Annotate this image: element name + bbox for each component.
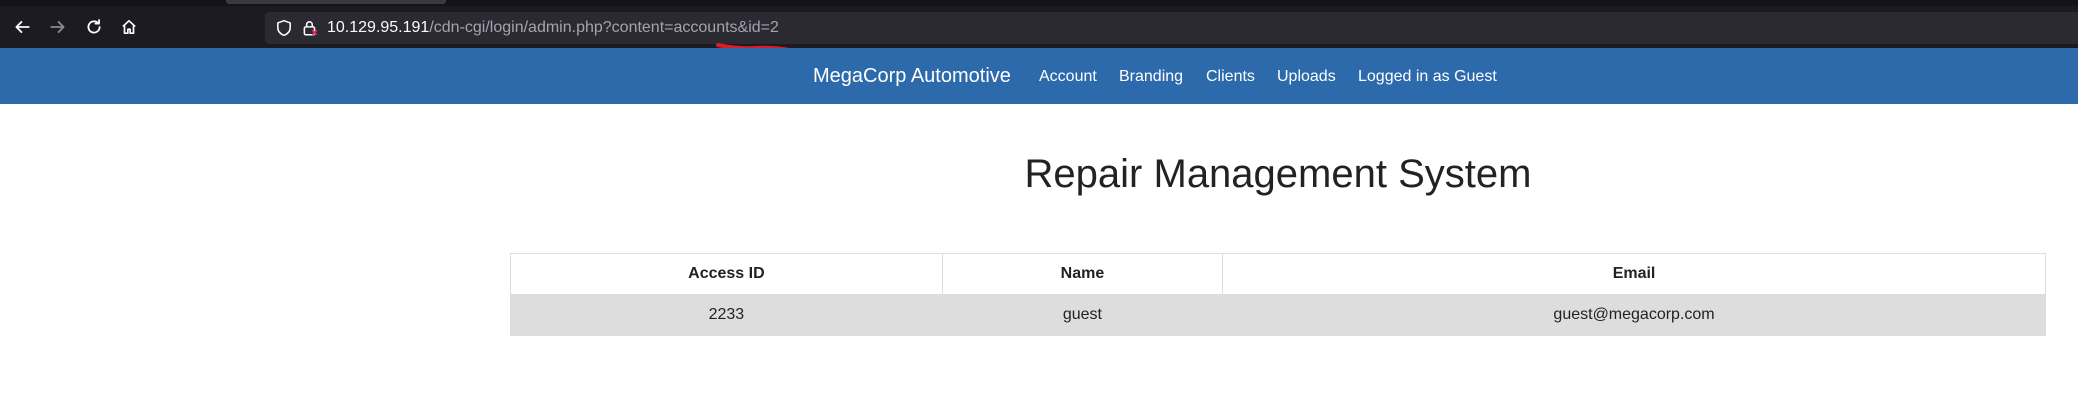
- url-text: 10.129.95.191/cdn-cgi/login/admin.php?co…: [327, 19, 779, 37]
- lock-icon[interactable]: [301, 19, 319, 37]
- nav-branding[interactable]: Branding: [1119, 67, 1183, 87]
- nav-logged-in-user[interactable]: Logged in as Guest: [1358, 67, 1497, 87]
- shield-icon[interactable]: [275, 19, 293, 37]
- home-icon: [122, 19, 136, 35]
- cell-name: guest: [941, 294, 1224, 336]
- brand-link[interactable]: MegaCorp Automotive: [813, 64, 1011, 88]
- header-email: Email: [1222, 253, 2046, 295]
- back-button[interactable]: [9, 14, 35, 40]
- home-button[interactable]: [116, 14, 142, 40]
- cell-access-id: 2233: [510, 294, 943, 336]
- site-navbar: MegaCorp Automotive Account Branding Cli…: [0, 48, 2078, 104]
- browser-toolbar: 10.129.95.191/cdn-cgi/login/admin.php?co…: [0, 0, 2078, 53]
- header-name: Name: [941, 253, 1224, 295]
- forward-button[interactable]: [45, 14, 71, 40]
- tab-strip: [0, 0, 2078, 6]
- active-tab-edge[interactable]: [226, 0, 446, 4]
- nav-clients[interactable]: Clients: [1206, 67, 1255, 87]
- nav-account[interactable]: Account: [1039, 67, 1097, 87]
- page-title: Repair Management System: [1024, 152, 1532, 196]
- table-row: 2233 guest guest@megacorp.com: [510, 294, 2046, 336]
- back-icon: [15, 21, 30, 33]
- forward-icon: [50, 21, 65, 33]
- reload-button[interactable]: [81, 14, 107, 40]
- address-bar[interactable]: 10.129.95.191/cdn-cgi/login/admin.php?co…: [265, 12, 2078, 44]
- table-header-row: Access ID Name Email: [510, 253, 2046, 295]
- header-access-id: Access ID: [510, 253, 943, 295]
- url-host: 10.129.95.191: [327, 19, 430, 36]
- nav-uploads[interactable]: Uploads: [1277, 67, 1336, 87]
- reload-icon: [87, 19, 101, 34]
- url-path: /cdn-cgi/login/admin.php?content=account…: [429, 19, 779, 36]
- accounts-table: Access ID Name Email 2233 guest guest@me…: [510, 253, 2046, 336]
- cell-email: guest@megacorp.com: [1222, 294, 2046, 336]
